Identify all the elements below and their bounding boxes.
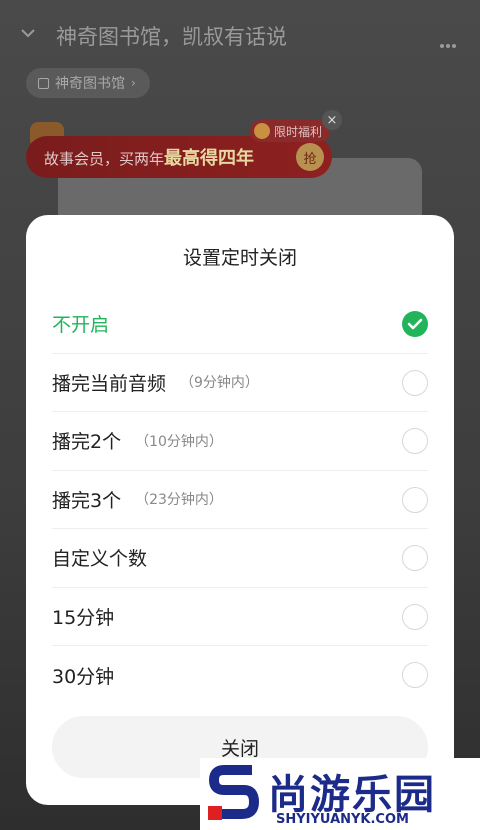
- radio-icon[interactable]: [402, 603, 428, 630]
- radio-icon[interactable]: [402, 545, 428, 571]
- radio-icon[interactable]: [402, 486, 428, 513]
- timer-options: 不开启 播完当前音频 （9分钟内） 播完2个 （10分钟内） 播完3个 （23分…: [52, 295, 428, 705]
- album-chip-label: 神奇图书馆: [55, 76, 125, 92]
- option-30-minutes[interactable]: 30分钟: [52, 646, 428, 705]
- option-15-minutes[interactable]: 15分钟: [52, 588, 428, 646]
- option-two-items[interactable]: 播完2个 （10分钟内）: [52, 412, 428, 471]
- banner-close-button[interactable]: ×: [322, 110, 342, 130]
- page-title: 神奇图书馆，凯叔有话说: [56, 25, 287, 49]
- watermark: 尚游乐园 SHYIYUANYK.COM: [200, 758, 480, 830]
- chevron-right-icon: ›: [131, 76, 136, 90]
- option-label: 播完2个: [52, 431, 122, 454]
- option-off[interactable]: 不开启: [52, 295, 428, 354]
- coin-icon: [254, 123, 270, 139]
- watermark-url: SHYIYUANYK.COM: [276, 812, 409, 827]
- option-label: 不开启: [52, 314, 110, 337]
- promo-banner[interactable]: 故事会员，买两年最高得四年 抢: [26, 136, 332, 178]
- album-chip[interactable]: 神奇图书馆 ›: [26, 68, 150, 98]
- option-sub: （23分钟内）: [135, 492, 223, 509]
- option-sub: （9分钟内）: [180, 375, 259, 392]
- radio-icon[interactable]: [402, 428, 428, 454]
- sheet-title: 设置定时关闭: [182, 247, 297, 269]
- promo-banner-text: 故事会员，买两年最高得四年: [44, 148, 255, 169]
- top-bar: 神奇图书馆，凯叔有话说: [0, 0, 480, 70]
- option-three-items[interactable]: 播完3个 （23分钟内）: [52, 471, 428, 529]
- option-current-audio[interactable]: 播完当前音频 （9分钟内）: [52, 354, 428, 412]
- option-label: 播完当前音频: [52, 372, 167, 395]
- chevron-down-icon[interactable]: [20, 25, 36, 41]
- timer-sheet: 设置定时关闭 不开启 播完当前音频 （9分钟内） 播完2个 （10分钟内） 播完…: [26, 215, 454, 805]
- option-label: 30分钟: [52, 665, 115, 688]
- brand-logo-icon: [208, 765, 259, 820]
- radio-icon[interactable]: [402, 369, 428, 396]
- option-custom-count[interactable]: 自定义个数: [52, 529, 428, 588]
- limited-offer-badge: 限时福利: [250, 120, 331, 142]
- book-icon: [38, 77, 49, 89]
- check-icon[interactable]: [402, 311, 428, 337]
- more-icon[interactable]: [440, 33, 458, 48]
- option-label: 播完3个: [52, 489, 122, 512]
- grab-button[interactable]: 抢: [296, 143, 324, 171]
- option-label: 自定义个数: [52, 548, 148, 571]
- option-sub: （10分钟内）: [135, 433, 223, 450]
- option-label: 15分钟: [52, 606, 115, 629]
- radio-icon[interactable]: [402, 662, 428, 688]
